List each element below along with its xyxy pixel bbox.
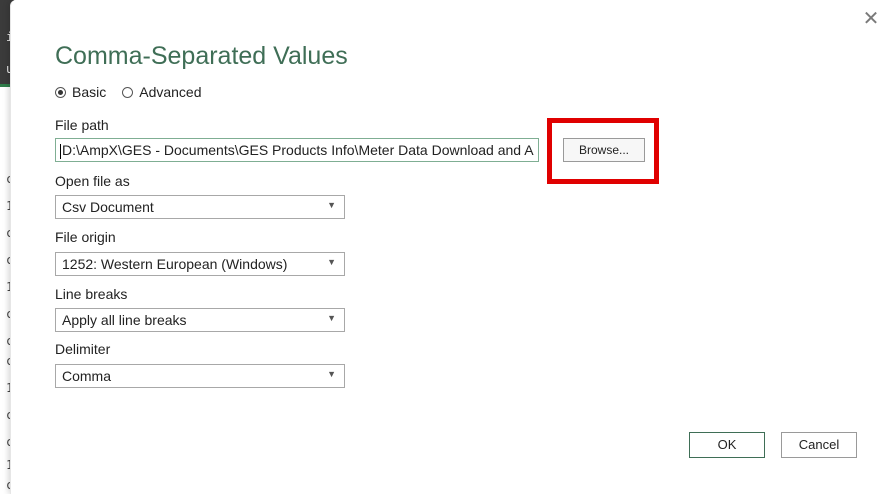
line-breaks-value: Apply all line breaks	[62, 312, 187, 328]
csv-import-dialog: ✕ Comma-Separated Values Basic Advanced …	[10, 0, 885, 494]
open-file-as-label: Open file as	[55, 173, 130, 189]
ok-button[interactable]: OK	[689, 432, 765, 458]
file-origin-value: 1252: Western European (Windows)	[62, 256, 288, 272]
file-path-label: File path	[55, 117, 109, 133]
chevron-down-icon: ▼	[327, 257, 336, 267]
line-breaks-select[interactable]: Apply all line breaks ▼	[55, 308, 345, 332]
close-icon[interactable]: ✕	[862, 9, 880, 29]
text-caret	[60, 143, 61, 159]
file-path-input[interactable]: D:\AmpX\GES - Documents\GES Products Inf…	[55, 138, 539, 162]
mode-radio-group: Basic Advanced	[55, 84, 218, 100]
advanced-radio[interactable]	[122, 86, 134, 98]
advanced-radio-label[interactable]: Advanced	[139, 84, 201, 100]
file-path-value: D:\AmpX\GES - Documents\GES Products Inf…	[62, 142, 534, 158]
delimiter-label: Delimiter	[55, 341, 111, 357]
delimiter-select[interactable]: Comma ▼	[55, 364, 345, 388]
chevron-down-icon: ▼	[327, 200, 336, 210]
delimiter-value: Comma	[62, 368, 112, 384]
highlight-annotation	[547, 118, 659, 184]
basic-radio[interactable]	[55, 86, 66, 98]
cancel-button[interactable]: Cancel	[781, 432, 857, 458]
file-origin-label: File origin	[55, 229, 116, 245]
chevron-down-icon: ▼	[327, 369, 336, 379]
dialog-title: Comma-Separated Values	[55, 42, 348, 70]
chevron-down-icon: ▼	[327, 313, 336, 323]
file-origin-select[interactable]: 1252: Western European (Windows) ▼	[55, 252, 345, 276]
line-breaks-label: Line breaks	[55, 286, 128, 302]
open-file-as-select[interactable]: Csv Document ▼	[55, 195, 345, 219]
basic-radio-label[interactable]: Basic	[72, 84, 106, 100]
open-file-as-value: Csv Document	[62, 199, 154, 215]
